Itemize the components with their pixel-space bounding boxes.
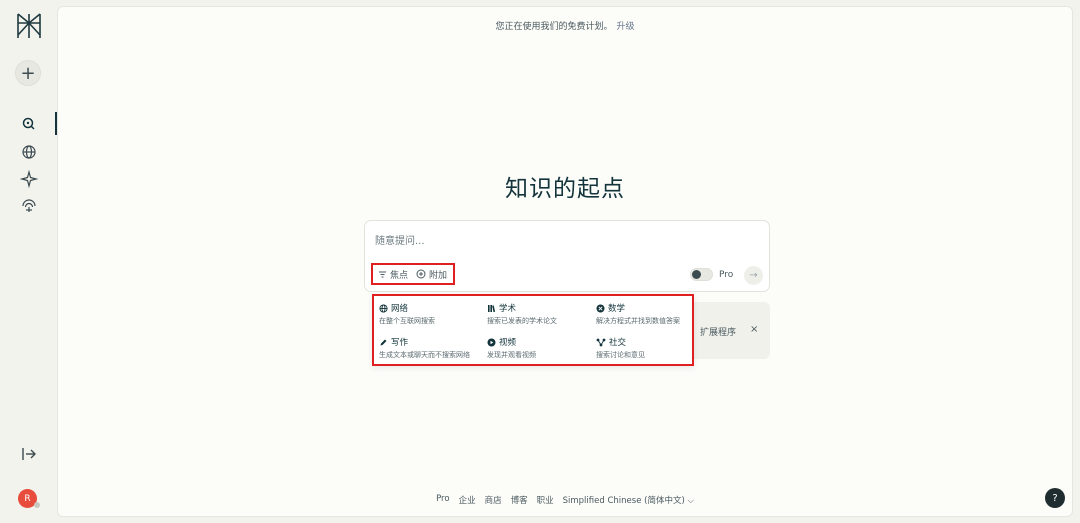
ask-box: 随意提问... 焦点 附加 Pro → bbox=[364, 220, 770, 292]
option-desc: 发现并观看视频 bbox=[487, 351, 536, 359]
option-title: 视频 bbox=[499, 338, 517, 348]
option-title: 社交 bbox=[609, 338, 627, 348]
language-label: Simplified Chinese (简体中文) bbox=[562, 496, 685, 506]
logo-icon[interactable] bbox=[15, 11, 43, 41]
footer-link-enterprise[interactable]: 企业 bbox=[459, 494, 476, 506]
footer: Pro 企业 商店 博客 职业 Simplified Chinese (简体中文… bbox=[58, 494, 1072, 506]
plus-circle-icon bbox=[416, 269, 426, 279]
option-desc: 搜索讨论和意见 bbox=[596, 351, 645, 359]
chevron-down-icon: ⌵ bbox=[687, 496, 694, 506]
arrow-right-icon: → bbox=[749, 270, 758, 281]
focus-label: 焦点 bbox=[390, 270, 409, 281]
option-title: 写作 bbox=[391, 338, 409, 348]
plan-banner: 您正在使用我们的免费计划。 升级 bbox=[58, 19, 1072, 32]
focus-attach-group: 焦点 附加 bbox=[371, 263, 455, 285]
focus-menu: 网络 在整个互联网搜索 学术 搜索已发表的学术论文 数学 解决方程式并找到数值答… bbox=[372, 294, 694, 366]
footer-link-pro[interactable]: Pro bbox=[436, 494, 450, 506]
pro-switch[interactable] bbox=[690, 268, 713, 281]
option-desc: 在整个互联网搜索 bbox=[379, 317, 435, 325]
pro-toggle[interactable]: Pro bbox=[690, 268, 733, 281]
globe-icon bbox=[379, 303, 388, 313]
option-desc: 生成文本或聊天而不搜索网络 bbox=[379, 351, 470, 359]
spaces-icon[interactable] bbox=[20, 197, 38, 215]
extension-label[interactable]: 扩展程序 bbox=[700, 325, 736, 338]
option-desc: 搜索已发表的学术论文 bbox=[487, 317, 557, 325]
focus-option-web[interactable]: 网络 在整个互联网搜索 bbox=[379, 302, 481, 326]
math-icon bbox=[596, 304, 605, 312]
focus-option-writing[interactable]: 写作 生成文本或聊天而不搜索网络 bbox=[379, 336, 481, 360]
page-title: 知识的起点 bbox=[505, 176, 625, 202]
attach-button[interactable]: 附加 bbox=[416, 268, 447, 281]
option-title: 网络 bbox=[391, 304, 409, 314]
close-icon[interactable]: × bbox=[750, 324, 758, 335]
avatar-menu-indicator bbox=[34, 502, 40, 508]
focus-option-math[interactable]: 数学 解决方程式并找到数值答案 bbox=[596, 302, 698, 326]
option-desc: 解决方程式并找到数值答案 bbox=[596, 317, 680, 325]
books-icon bbox=[488, 304, 496, 312]
focus-option-video[interactable]: 视频 发现并观看视频 bbox=[487, 336, 589, 360]
pro-label: Pro bbox=[719, 269, 734, 280]
focus-option-social[interactable]: 社交 搜索讨论和意见 bbox=[596, 336, 698, 360]
main-panel: 您正在使用我们的免费计划。升级 知识的起点 随意提问... 焦点 附加 Pro bbox=[57, 6, 1073, 517]
option-title: 学术 bbox=[499, 304, 517, 314]
search-icon[interactable] bbox=[20, 115, 38, 133]
sparkle-icon[interactable] bbox=[20, 170, 38, 188]
upgrade-link[interactable]: 升级 bbox=[617, 22, 635, 32]
footer-link-blog[interactable]: 博客 bbox=[511, 494, 528, 506]
attach-label: 附加 bbox=[429, 270, 448, 281]
social-icon bbox=[596, 338, 606, 346]
filter-icon bbox=[379, 271, 386, 277]
footer-link-store[interactable]: 商店 bbox=[485, 494, 502, 506]
option-title: 数学 bbox=[608, 304, 626, 314]
expand-sidebar-icon[interactable] bbox=[19, 444, 39, 464]
globe-icon[interactable] bbox=[20, 143, 38, 161]
plan-text: 您正在使用我们的免费计划。 bbox=[495, 22, 613, 32]
focus-option-academic[interactable]: 学术 搜索已发表的学术论文 bbox=[487, 302, 589, 326]
pencil-icon bbox=[380, 339, 387, 345]
sidebar: + R bbox=[0, 0, 57, 523]
submit-button[interactable]: → bbox=[744, 266, 763, 285]
new-thread-button[interactable]: + bbox=[15, 60, 41, 86]
language-selector[interactable]: Simplified Chinese (简体中文) ⌵ bbox=[563, 494, 694, 506]
focus-button[interactable]: 焦点 bbox=[378, 268, 408, 281]
ask-input[interactable]: 随意提问... bbox=[375, 232, 425, 247]
footer-link-careers[interactable]: 职业 bbox=[537, 494, 554, 506]
help-button[interactable]: ? bbox=[1045, 488, 1065, 508]
play-icon bbox=[487, 338, 496, 346]
